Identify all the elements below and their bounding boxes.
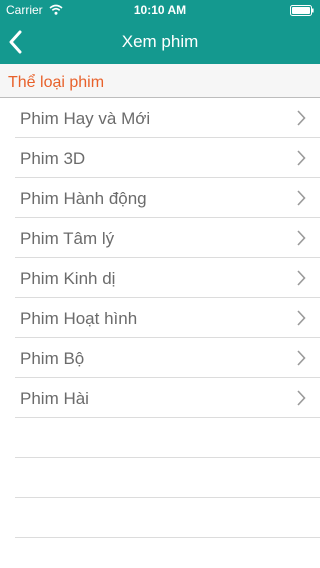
chevron-right-icon <box>297 270 306 286</box>
list-item[interactable]: Phim 3D <box>15 138 320 178</box>
chevron-right-icon <box>297 230 306 246</box>
list-item-label: Phim 3D <box>20 149 86 168</box>
status-bar: Carrier 10:10 AM <box>0 0 320 20</box>
list-item-label: Phim Kinh dị <box>20 269 116 288</box>
category-list: Phim Hay và Mới Phim 3D Phim Hành động P… <box>0 98 320 538</box>
list-item[interactable]: Phim Tâm lý <box>15 218 320 258</box>
battery-icon <box>290 5 314 16</box>
list-item-label: Phim Bộ <box>20 349 85 368</box>
chevron-right-icon <box>297 110 306 126</box>
navigation-bar: Xem phim <box>0 20 320 64</box>
section-title: Thể loại phim <box>8 74 105 91</box>
status-time: 10:10 AM <box>133 3 187 17</box>
page-title: Xem phim <box>121 32 199 51</box>
chevron-right-icon <box>297 390 306 406</box>
list-item[interactable]: Phim Kinh dị <box>15 258 320 298</box>
section-header: Thể loại phim <box>0 64 320 98</box>
empty-row <box>15 458 320 498</box>
list-item[interactable]: Phim Hoạt hình <box>15 298 320 338</box>
empty-row <box>15 418 320 458</box>
list-item[interactable]: Phim Hay và Mới <box>15 98 320 138</box>
list-item-label: Phim Hài <box>20 389 89 408</box>
list-item[interactable]: Phim Hành động <box>15 178 320 218</box>
chevron-right-icon <box>297 150 306 166</box>
list-item[interactable]: Phim Bộ <box>15 338 320 378</box>
empty-row <box>15 498 320 538</box>
list-item-label: Phim Tâm lý <box>20 229 115 248</box>
list-item-label: Phim Hay và Mới <box>20 109 151 128</box>
chevron-right-icon <box>297 350 306 366</box>
chevron-right-icon <box>297 310 306 326</box>
chevron-right-icon <box>297 190 306 206</box>
header: Carrier 10:10 AM Xem phim <box>0 0 320 64</box>
list-item-label: Phim Hoạt hình <box>20 309 138 328</box>
list-item-label: Phim Hành động <box>20 189 147 208</box>
list-item[interactable]: Phim Hài <box>15 378 320 418</box>
